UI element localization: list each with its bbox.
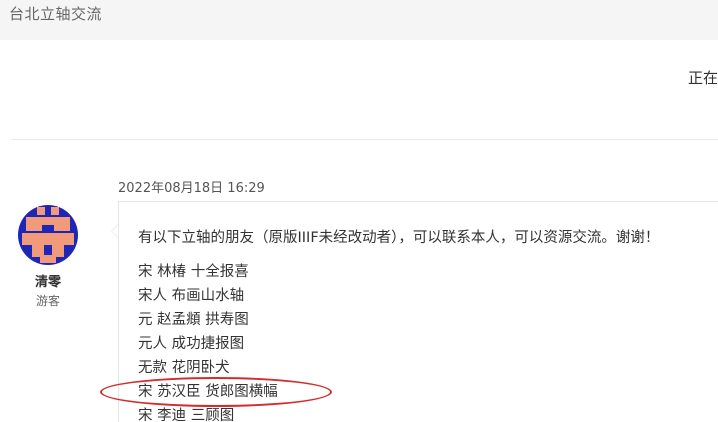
list-item: 元人 成功捷报图 <box>138 336 245 352</box>
forum-title[interactable]: 台北立轴交流 <box>9 3 102 24</box>
list-item: 宋 李迪 三顾图 <box>138 408 235 422</box>
list-item: 宋 苏汉臣 货郎图横幅 <box>138 384 278 400</box>
post-intro: 有以下立轴的朋友（原版IIIF未经改动者），可以联系本人，可以资源交流。谢谢！ <box>138 230 660 246</box>
list-item: 宋 林椿 十全报喜 <box>138 264 249 280</box>
post-date: 2022年08月18日 16:29 <box>118 181 265 196</box>
list-item: 无款 花阴卧犬 <box>138 360 230 376</box>
divider <box>12 139 718 140</box>
forum-page: 台北立轴交流 正在 2022年08月18日 16:29 清零 游客 有以下立轴的… <box>0 0 718 422</box>
bubble-arrow-inner <box>112 225 118 237</box>
scroll-list: 宋 林椿 十全报喜 宋人 布画山水轴 元 赵孟頫 拱寿图 元人 成功捷报图 无款… <box>138 260 278 422</box>
avatar[interactable] <box>18 205 78 265</box>
status-text: 正在 <box>688 69 718 87</box>
list-item: 宋人 布画山水轴 <box>138 288 245 304</box>
topbar: 台北立轴交流 <box>0 0 718 40</box>
user-role: 游客 <box>35 294 60 308</box>
list-item: 元 赵孟頫 拱寿图 <box>138 312 249 328</box>
user-name[interactable]: 清零 <box>0 271 96 290</box>
